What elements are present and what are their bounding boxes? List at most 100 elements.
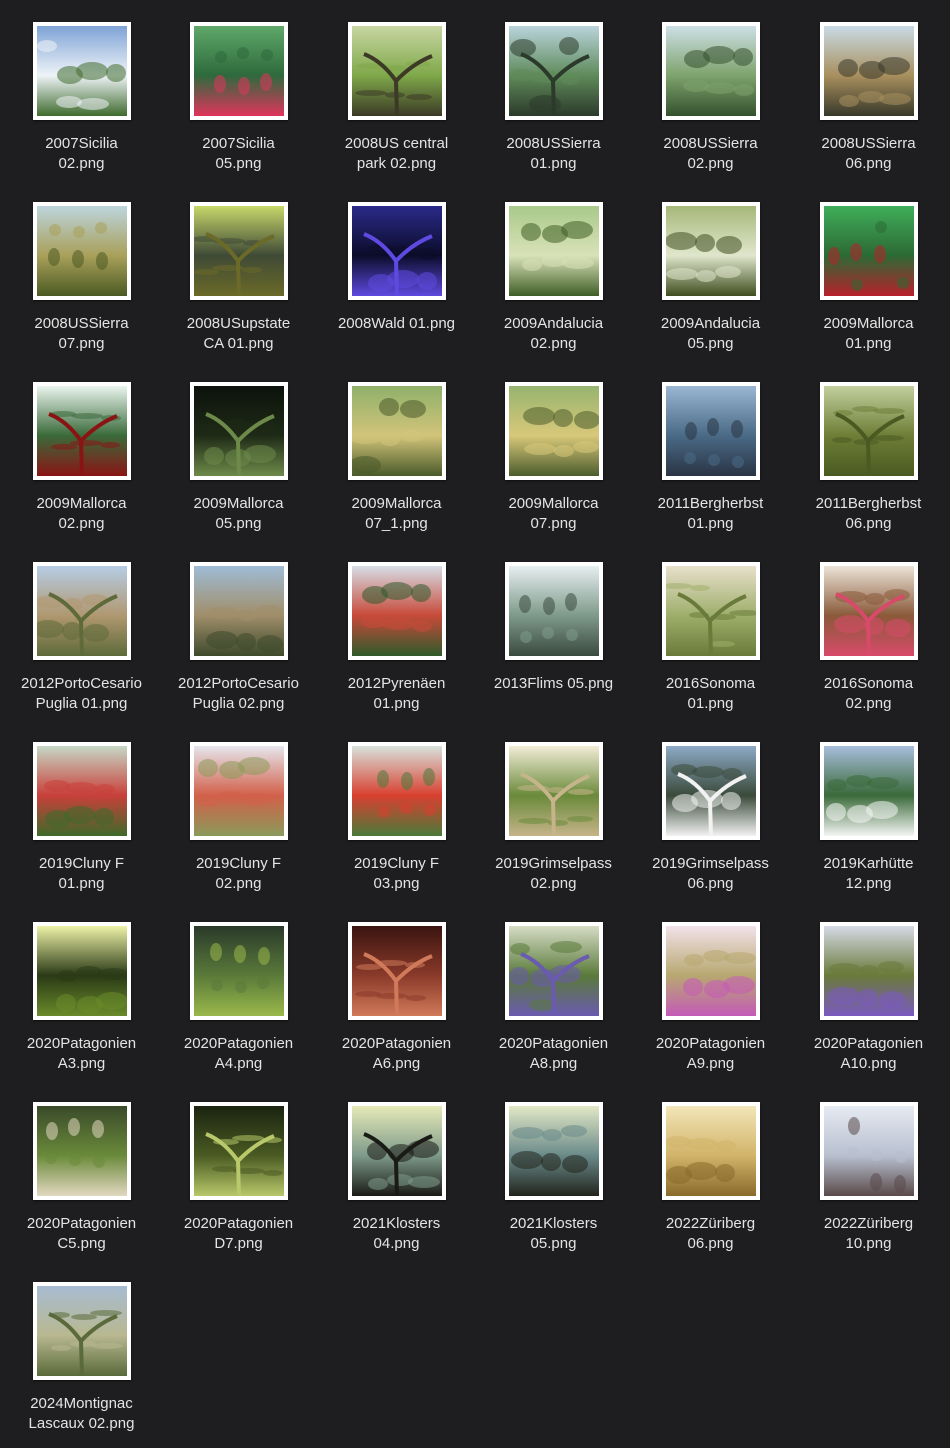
thumbnail[interactable] <box>32 1282 131 1380</box>
file-item[interactable]: 2019Cluny F 02.png <box>160 720 317 900</box>
file-item[interactable]: 2019Cluny F 01.png <box>3 720 160 900</box>
file-item[interactable]: 2011Bergherbst 06.png <box>790 360 947 540</box>
image-file-icon <box>823 206 914 296</box>
file-item[interactable]: 2008USSierra 02.png <box>632 0 789 180</box>
file-item[interactable]: 2009Mallorca 01.png <box>790 180 947 360</box>
thumbnail[interactable] <box>347 202 446 300</box>
file-item[interactable]: 2008USupstate CA 01.png <box>160 180 317 360</box>
file-item[interactable]: 2020Patagonien C5.png <box>3 1080 160 1260</box>
thumbnail[interactable] <box>504 562 603 660</box>
thumbnail[interactable] <box>819 22 918 120</box>
file-item[interactable]: 2009Mallorca 05.png <box>160 360 317 540</box>
thumbnail[interactable] <box>819 922 918 1020</box>
thumbnail[interactable] <box>347 562 446 660</box>
thumbnail[interactable] <box>32 562 131 660</box>
thumbnail[interactable] <box>504 922 603 1020</box>
thumbnail[interactable] <box>504 742 603 840</box>
file-name-line1: 2020Patagonien <box>26 1215 137 1232</box>
thumbnail[interactable] <box>32 382 131 480</box>
file-item[interactable]: 2009Andalucia 05.png <box>632 180 789 360</box>
file-item[interactable]: 2020Patagonien A4.png <box>160 900 317 1080</box>
file-item[interactable]: 2019Grimselpass 02.png <box>475 720 632 900</box>
thumbnail[interactable] <box>32 922 131 1020</box>
thumbnail[interactable] <box>189 202 288 300</box>
thumbnail[interactable] <box>661 382 760 480</box>
file-name-line1: 2009Mallorca <box>823 315 914 332</box>
thumbnail[interactable] <box>32 1102 131 1200</box>
file-name: 2020Patagonien A10.png <box>790 1034 947 1074</box>
file-item[interactable]: 2016Sonoma 01.png <box>632 540 789 720</box>
thumbnail[interactable] <box>347 922 446 1020</box>
file-name-line1: 2024Montignac <box>30 1395 133 1412</box>
file-item[interactable]: 2009Mallorca 07_1.png <box>318 360 475 540</box>
file-item[interactable]: 2011Bergherbst 01.png <box>632 360 789 540</box>
thumbnail[interactable] <box>819 1102 918 1200</box>
file-item[interactable]: 2020Patagonien A8.png <box>475 900 632 1080</box>
file-item[interactable]: 2021Klosters 04.png <box>318 1080 475 1260</box>
file-item[interactable]: 2020Patagonien A3.png <box>3 900 160 1080</box>
file-item[interactable]: 2012PortoCesario Puglia 01.png <box>3 540 160 720</box>
file-item[interactable]: 2012PortoCesario Puglia 02.png <box>160 540 317 720</box>
thumbnail[interactable] <box>347 742 446 840</box>
thumbnail[interactable] <box>819 742 918 840</box>
file-name: 2021Klosters 05.png <box>475 1214 632 1254</box>
thumbnail[interactable] <box>504 202 603 300</box>
file-item[interactable]: 2008US central park 02.png <box>318 0 475 180</box>
thumbnail[interactable] <box>347 1102 446 1200</box>
file-item[interactable]: 2020Patagonien A6.png <box>318 900 475 1080</box>
file-item[interactable]: 2022Züriberg 06.png <box>632 1080 789 1260</box>
thumbnail[interactable] <box>32 202 131 300</box>
thumbnail[interactable] <box>819 202 918 300</box>
file-item[interactable]: 2008Wald 01.png <box>318 180 475 360</box>
image-file-icon <box>823 386 914 476</box>
thumbnail[interactable] <box>189 922 288 1020</box>
thumbnail[interactable] <box>347 22 446 120</box>
thumbnail[interactable] <box>661 562 760 660</box>
file-item[interactable]: 2008USSierra 07.png <box>3 180 160 360</box>
file-item[interactable]: 2009Andalucia 02.png <box>475 180 632 360</box>
thumbnail[interactable] <box>819 562 918 660</box>
file-item[interactable]: 2020Patagonien D7.png <box>160 1080 317 1260</box>
thumbnail[interactable] <box>504 22 603 120</box>
file-item[interactable]: 2020Patagonien A9.png <box>632 900 789 1080</box>
thumbnail[interactable] <box>189 382 288 480</box>
file-item[interactable]: 2020Patagonien A10.png <box>790 900 947 1080</box>
thumbnail[interactable] <box>189 742 288 840</box>
file-item[interactable]: 2009Mallorca 02.png <box>3 360 160 540</box>
file-name-line2: A4.png <box>214 1055 263 1072</box>
thumbnail[interactable] <box>661 922 760 1020</box>
file-item[interactable]: 2008USSierra 06.png <box>790 0 947 180</box>
thumbnail[interactable] <box>32 22 131 120</box>
thumbnail[interactable] <box>32 742 131 840</box>
thumbnail[interactable] <box>347 382 446 480</box>
file-item[interactable]: 2024Montignac Lascaux 02.png <box>3 1260 160 1440</box>
file-item[interactable]: 2009Mallorca 07.png <box>475 360 632 540</box>
thumbnail[interactable] <box>504 382 603 480</box>
file-item[interactable]: 2008USSierra 01.png <box>475 0 632 180</box>
file-item[interactable]: 2007Sicilia 05.png <box>160 0 317 180</box>
file-item[interactable]: 2022Züriberg 10.png <box>790 1080 947 1260</box>
thumbnail[interactable] <box>661 1102 760 1200</box>
file-name-line1: 2020Patagonien <box>498 1035 609 1052</box>
thumbnail[interactable] <box>189 22 288 120</box>
thumbnail[interactable] <box>661 22 760 120</box>
file-name-line2: A8.png <box>529 1055 578 1072</box>
file-item[interactable]: 2007Sicilia 02.png <box>3 0 160 180</box>
file-name-line1: 2007Sicilia <box>45 135 118 152</box>
file-item[interactable]: 2013Flims 05.png <box>475 540 632 720</box>
file-item[interactable]: 2019Grimselpass 06.png <box>632 720 789 900</box>
file-name-line1: 2021Klosters <box>352 1215 441 1232</box>
file-item[interactable]: 2019Karhütte 12.png <box>790 720 947 900</box>
thumbnail[interactable] <box>819 382 918 480</box>
thumbnail[interactable] <box>504 1102 603 1200</box>
thumbnail[interactable] <box>661 202 760 300</box>
file-item[interactable]: 2012Pyrenäen 01.png <box>318 540 475 720</box>
thumbnail[interactable] <box>189 1102 288 1200</box>
thumbnail[interactable] <box>661 742 760 840</box>
file-item[interactable]: 2019Cluny F 03.png <box>318 720 475 900</box>
thumbnail[interactable] <box>189 562 288 660</box>
file-name-line2: 07_1.png <box>365 515 428 532</box>
file-name-line1: 2009Mallorca <box>36 495 127 512</box>
file-item[interactable]: 2021Klosters 05.png <box>475 1080 632 1260</box>
file-item[interactable]: 2016Sonoma 02.png <box>790 540 947 720</box>
